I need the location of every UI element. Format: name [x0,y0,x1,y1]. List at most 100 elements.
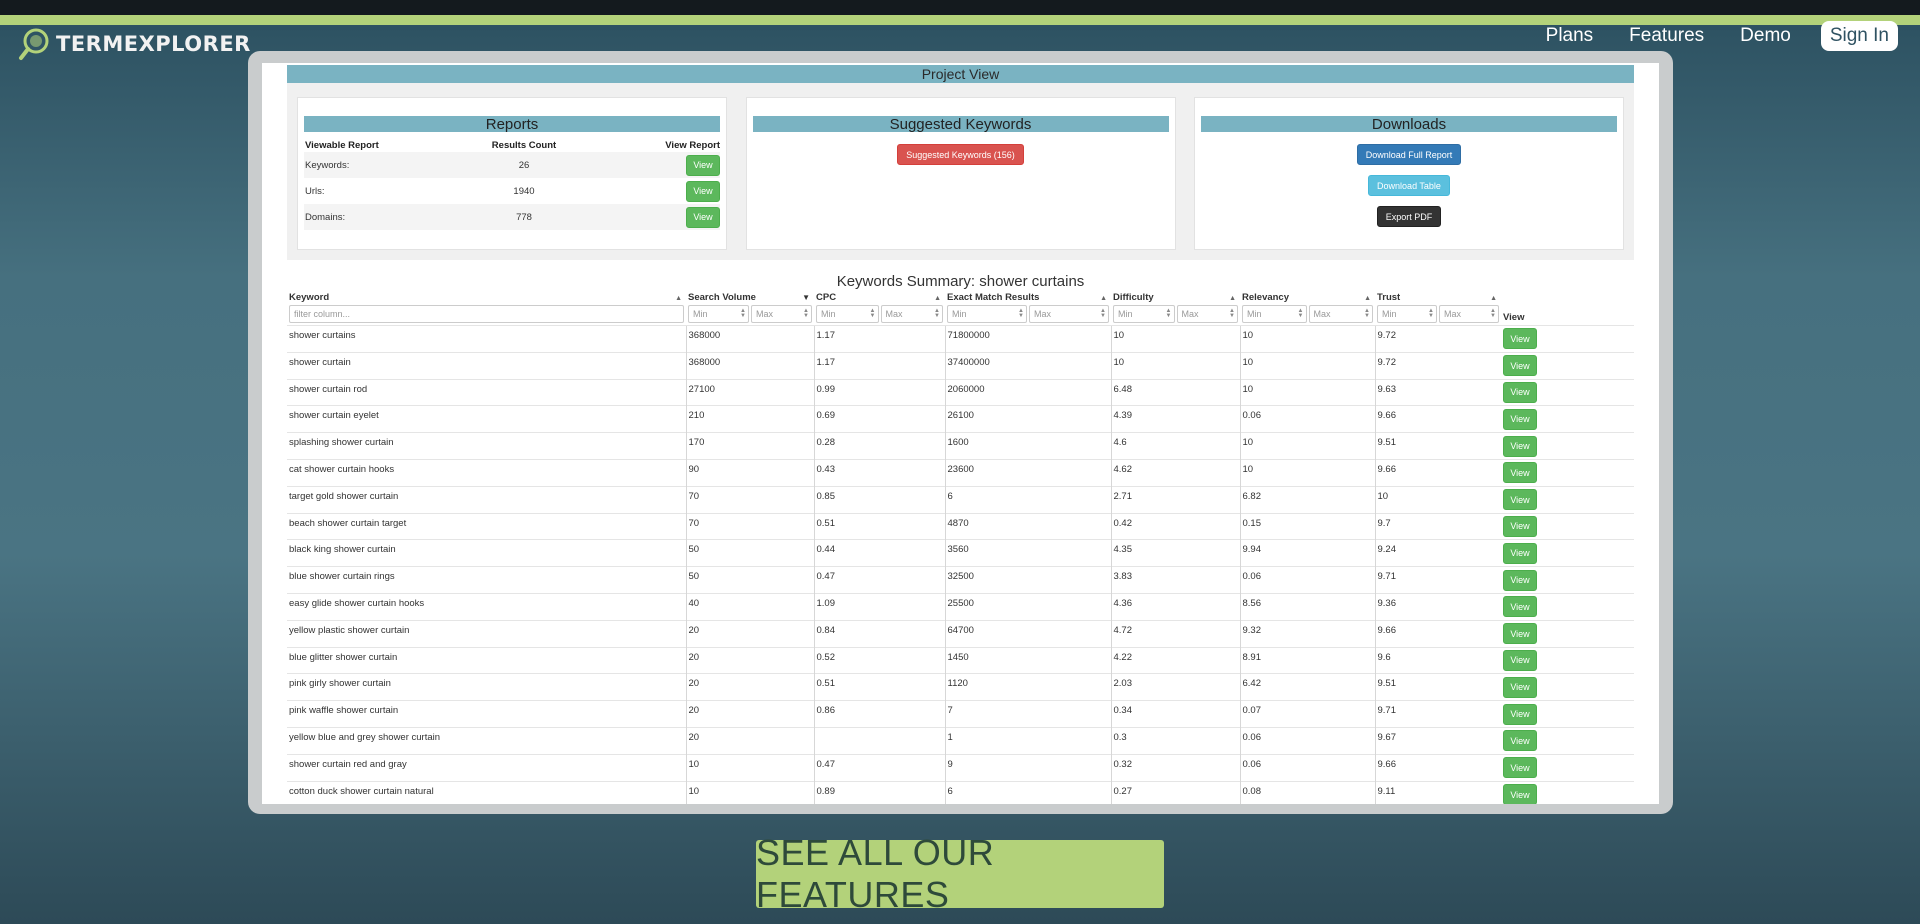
table-row: shower curtain eyelet 210 0.69 26100 4.39 0.0… [287,405,1634,433]
spinner-icon: ▲ ▼ [869,308,876,319]
row-view-button[interactable]: View [1503,435,1537,457]
download-full-report-button[interactable]: Download Full Report [1356,144,1462,165]
search-volume-cell: 170 [685,432,814,460]
keywords-table-body: shower curtains 368000 1.17 71800000 10 10 9.7… [287,325,1634,804]
col-trust[interactable]: Trust ▲ [1375,292,1501,303]
search-volume-cell: 20 [685,726,814,755]
row-view-button[interactable]: View [1503,784,1537,804]
row-view-button[interactable]: View [1503,757,1537,779]
magnifier-icon [18,24,62,64]
sort-icon: ▲ [1364,295,1371,302]
view-urls-button[interactable]: View [686,180,720,202]
min-input[interactable]: Min ▲ ▼ [947,305,1027,323]
sort-icon: ▲ [675,295,682,302]
nav-features[interactable]: Features [1629,21,1704,51]
sort-desc-icon: ▼ [802,293,810,302]
search-volume-cell: 50 [685,539,814,567]
min-input[interactable]: Min ▲ ▼ [1377,305,1437,323]
view-cell: View [1501,592,1634,621]
logo-text: TERMEXPLORER [56,32,251,56]
table-row: shower curtains 368000 1.17 71800000 10 10 9.7… [287,325,1634,353]
keyword-cell: black king shower curtain [287,539,686,567]
report-label: Domains: [305,211,346,223]
keyword-cell: shower curtain eyelet [287,405,686,433]
max-input[interactable]: Max ▲ ▼ [1439,305,1499,323]
view-keywords-button[interactable]: View [686,154,720,176]
row-view-button[interactable]: View [1503,381,1537,403]
row-view-button[interactable]: View [1503,596,1537,618]
exact-match-cell: 32500 [944,566,1111,594]
table-row: shower curtain rod 27100 0.99 2060000 6.48 10… [287,378,1634,406]
row-view-button[interactable]: View [1503,703,1537,725]
max-input[interactable]: Max ▲ ▼ [751,305,812,323]
sign-in-button[interactable]: Sign In [1820,21,1898,51]
keyword-cell: yellow plastic shower curtain [287,619,686,648]
table-row: splashing shower curtain 170 0.28 1600 4.6 10… [287,432,1634,460]
col-exact-match[interactable]: Exact Match Results ▲ [945,292,1111,303]
view-cell: View [1501,325,1634,353]
row-view-button[interactable]: View [1503,569,1537,591]
nav-demo[interactable]: Demo [1740,21,1791,51]
spinner-icon: ▲ ▼ [1428,308,1434,319]
view-cell: View [1501,700,1634,728]
row-view-button[interactable]: View [1503,730,1537,752]
row-view-button[interactable]: View [1503,328,1537,350]
download-table-button[interactable]: Download Table [1368,175,1450,196]
report-label: Urls: [305,185,325,197]
trust-cell: 9.11 [1374,780,1501,804]
row-view-button[interactable]: View [1503,462,1537,484]
difficulty-cell: 0.42 [1110,512,1240,540]
downloads-box: Downloads Download Full Report Download … [1194,97,1624,250]
report-count: 1940 [513,185,535,197]
export-pdf-button[interactable]: Export PDF [1376,206,1442,227]
search-volume-cell: 27100 [685,378,814,406]
min-input[interactable]: Min ▲ ▼ [1113,305,1175,323]
max-input[interactable]: Max ▲ ▼ [880,305,943,323]
suggested-keywords-button[interactable]: Suggested Keywords (156) [897,144,1024,165]
cpc-cell: 0.89 [813,780,945,804]
cpc-cell: 0.52 [813,646,945,674]
keyword-filter-input[interactable]: filter column... [289,305,684,323]
trust-cell: 9.66 [1374,405,1501,433]
view-cell: View [1501,566,1634,594]
row-view-button[interactable]: View [1503,355,1537,377]
col-difficulty[interactable]: Difficulty ▲ [1111,292,1240,303]
brand-logo[interactable]: TERMEXPLORER [18,24,251,64]
col-relevancy[interactable]: Relevancy ▲ [1240,292,1375,303]
keyword-cell: blue glitter shower curtain [287,646,686,674]
max-input[interactable]: Max ▲ ▼ [1308,305,1373,323]
exact-match-cell: 1450 [944,646,1111,674]
relevancy-cell: 10 [1239,458,1375,487]
cpc-cell: 0.99 [813,378,945,406]
trust-cell: 9.66 [1374,458,1501,487]
cpc-cell: 0.44 [813,539,945,567]
keyword-cell: shower curtain [287,351,686,380]
col-search-volume[interactable]: Search Volume ▼ [686,292,814,303]
project-view-title: Project View [287,65,1634,83]
difficulty-cell: 6.48 [1110,378,1240,406]
row-view-button[interactable]: View [1503,408,1537,430]
nav-plans[interactable]: Plans [1546,21,1594,51]
see-all-features-button[interactable]: SEE ALL OUR FEATURES [756,832,1164,915]
row-view-button[interactable]: View [1503,515,1537,537]
row-view-button[interactable]: View [1503,649,1537,671]
min-input[interactable]: Min ▲ ▼ [1242,305,1307,323]
row-view-button[interactable]: View [1503,623,1537,645]
trust-cell: 9.71 [1374,700,1501,728]
difficulty-cell: 4.22 [1110,646,1240,674]
difficulty-cell: 4.35 [1110,539,1240,567]
row-view-button[interactable]: View [1503,489,1537,511]
col-keyword[interactable]: Keyword ▲ [287,292,686,303]
col-cpc[interactable]: CPC ▲ [814,292,945,303]
view-domains-button[interactable]: View [686,206,720,228]
difficulty-cell: 4.6 [1110,432,1240,460]
cpc-cell: 0.43 [813,458,945,487]
exact-match-cell: 37400000 [944,351,1111,380]
max-input[interactable]: Max ▲ ▼ [1029,305,1109,323]
row-view-button[interactable]: View [1503,676,1537,698]
spinner-icon: ▲ ▼ [934,308,940,319]
max-input[interactable]: Max ▲ ▼ [1176,305,1238,323]
row-view-button[interactable]: View [1503,542,1537,564]
min-input[interactable]: Min ▲ ▼ [816,305,879,323]
min-input[interactable]: Min ▲ ▼ [688,305,749,323]
